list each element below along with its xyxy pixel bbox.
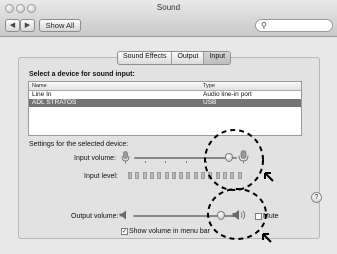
- tab-output[interactable]: Output: [172, 52, 205, 64]
- speaker-high-icon: [232, 210, 246, 220]
- level-led: [164, 172, 169, 179]
- show-all-button[interactable]: Show All: [39, 19, 81, 32]
- slider-tick: [165, 161, 166, 163]
- window-title: Sound: [156, 3, 181, 12]
- mute-checkbox[interactable]: [255, 213, 262, 220]
- table-row[interactable]: Line In Audio line-in port: [29, 91, 301, 99]
- microphone-high-icon: [238, 150, 249, 164]
- level-led: [135, 172, 140, 179]
- input-level-label: Input level:: [84, 173, 118, 180]
- level-led: [157, 172, 162, 179]
- level-led: [149, 172, 154, 179]
- input-volume-slider-knob[interactable]: [224, 153, 233, 162]
- level-led: [230, 172, 235, 179]
- slider-tick: [206, 161, 207, 163]
- device-name: ADL STRATOS: [32, 99, 77, 106]
- column-header-type[interactable]: Type: [203, 82, 215, 90]
- settings-label: Settings for the selected device:: [29, 141, 129, 148]
- tab-input[interactable]: Input: [204, 52, 231, 64]
- input-device-table: Name Type Line In Audio line-in port ADL…: [28, 81, 302, 136]
- level-led: [215, 172, 220, 179]
- level-led: [201, 172, 205, 179]
- sound-preferences-window: Sound ◀ ▶ Show All ⚲ Sound Effects Outpu…: [0, 0, 337, 254]
- slider-tick: [145, 161, 146, 163]
- search-input[interactable]: ⚲: [255, 19, 333, 32]
- device-name: Line In: [32, 91, 52, 98]
- output-volume-label: Output volume:: [71, 213, 119, 220]
- slider-tick: [186, 161, 187, 163]
- device-type: Audio line-in port: [203, 91, 252, 98]
- forward-button[interactable]: ▶: [20, 19, 35, 32]
- show-volume-in-menu-bar-checkbox[interactable]: ✓: [121, 228, 128, 235]
- level-led: [142, 172, 147, 179]
- input-volume-label: Input volume:: [74, 155, 117, 162]
- search-icon: ⚲: [261, 21, 267, 30]
- speaker-low-icon: [119, 210, 126, 220]
- level-led: [179, 172, 184, 179]
- level-led: [186, 172, 191, 179]
- tab-bar: Sound Effects Output Input: [117, 51, 232, 65]
- level-led: [208, 172, 213, 179]
- level-led: [193, 172, 198, 179]
- column-header-name[interactable]: Name: [32, 82, 47, 90]
- table-row-selected[interactable]: ADL STRATOS USB: [29, 99, 301, 107]
- level-led: [237, 172, 242, 179]
- microphone-low-icon: [121, 151, 130, 164]
- tab-sound-effects[interactable]: Sound Effects: [118, 52, 173, 64]
- device-select-heading: Select a device for sound input:: [29, 71, 135, 78]
- back-button[interactable]: ◀: [5, 19, 20, 32]
- mute-label: Mute: [263, 213, 279, 220]
- show-volume-in-menu-bar-label: Show volume in menu bar: [129, 228, 210, 235]
- device-type: USB: [203, 99, 217, 106]
- table-header: Name Type: [29, 82, 301, 91]
- level-led: [222, 172, 227, 179]
- input-volume-track[interactable]: [134, 157, 237, 159]
- level-led: [171, 172, 176, 179]
- level-led: [128, 172, 132, 179]
- help-button[interactable]: ?: [311, 192, 322, 203]
- title-bar: Sound ◀ ▶ Show All ⚲: [0, 0, 337, 37]
